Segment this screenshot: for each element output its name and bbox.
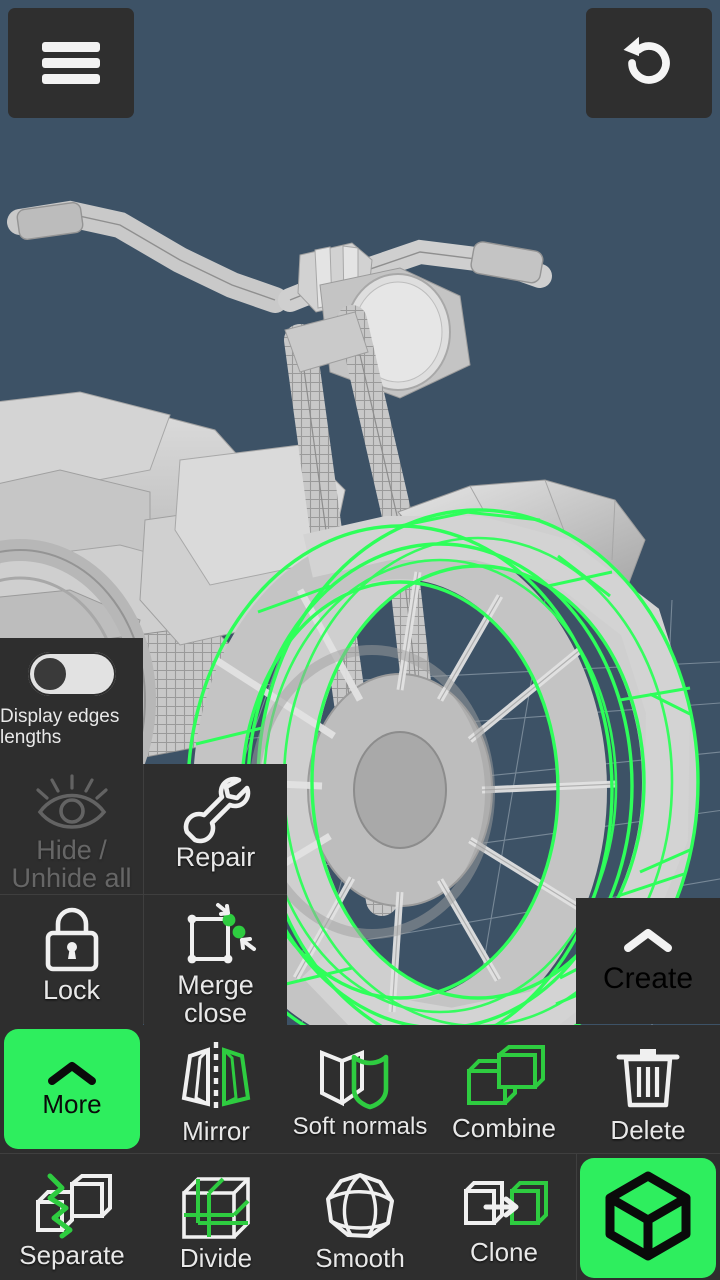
mirror-label: Mirror xyxy=(182,1116,250,1147)
more-label: More xyxy=(42,1089,102,1120)
merge-close-vertices-button[interactable]: Merge close vertices xyxy=(144,895,287,1025)
repair-label: Repair xyxy=(175,842,256,872)
divide-label: Divide xyxy=(179,1243,253,1274)
mirror-button[interactable]: Mirror xyxy=(144,1025,288,1153)
hamburger-menu-icon xyxy=(42,42,100,84)
separate-icon xyxy=(28,1173,116,1239)
cube-icon xyxy=(600,1168,696,1264)
display-edges-lengths-panel: Display edges lengths xyxy=(0,638,143,764)
menu-button[interactable] xyxy=(8,8,134,118)
clone-icon xyxy=(460,1177,548,1235)
repair-button[interactable]: Repair xyxy=(144,764,287,894)
divide-button[interactable]: Divide xyxy=(144,1154,288,1280)
mesh-tools-panel: Hide / Unhide all Repair Lock Merge clos… xyxy=(0,764,287,1025)
clone-button[interactable]: Clone xyxy=(432,1154,576,1280)
merge-vertices-icon xyxy=(176,903,256,969)
wrench-icon xyxy=(177,772,255,844)
trash-icon xyxy=(613,1041,683,1113)
lock-label: Lock xyxy=(42,975,101,1005)
create-label: Create xyxy=(602,962,694,995)
delete-button[interactable]: Delete xyxy=(576,1025,720,1153)
display-edges-lengths-toggle[interactable] xyxy=(27,652,116,696)
hide-unhide-all-button[interactable]: Hide / Unhide all xyxy=(0,764,143,894)
smooth-button[interactable]: Smooth xyxy=(288,1154,432,1280)
soft-normals-label: Soft normals xyxy=(292,1112,428,1140)
divide-icon xyxy=(176,1171,256,1241)
soft-normals-icon xyxy=(314,1047,406,1111)
hide-unhide-all-label: Hide / Unhide all xyxy=(11,835,132,894)
undo-button[interactable] xyxy=(586,8,712,118)
more-button[interactable]: More xyxy=(4,1029,140,1149)
combine-icon xyxy=(461,1043,547,1111)
smooth-label: Smooth xyxy=(315,1243,405,1274)
merge-close-vertices-label: Merge close vertices xyxy=(177,970,254,1025)
lock-button[interactable]: Lock xyxy=(0,895,143,1025)
create-button[interactable]: Create xyxy=(576,898,720,1024)
combine-label: Combine xyxy=(451,1113,557,1144)
delete-label: Delete xyxy=(610,1115,686,1146)
eye-icon xyxy=(32,772,112,834)
undo-arrow-icon xyxy=(623,36,670,84)
object-mode-button[interactable] xyxy=(580,1158,716,1278)
smooth-sphere-icon xyxy=(322,1171,398,1241)
display-edges-lengths-label: Display edges lengths xyxy=(0,706,120,749)
padlock-icon xyxy=(38,903,106,975)
mirror-icon xyxy=(170,1040,262,1114)
toggle-knob xyxy=(30,655,69,693)
bottom-toolbar: More Mirror Soft normals Combine Delete … xyxy=(0,1025,720,1280)
combine-button[interactable]: Combine xyxy=(432,1025,576,1153)
clone-label: Clone xyxy=(470,1237,538,1268)
chevron-up-icon xyxy=(622,926,674,954)
chevron-up-icon xyxy=(45,1059,99,1087)
separate-label: Separate xyxy=(19,1240,125,1271)
separate-button[interactable]: Separate xyxy=(0,1154,144,1280)
soft-normals-button[interactable]: Soft normals xyxy=(288,1025,432,1153)
